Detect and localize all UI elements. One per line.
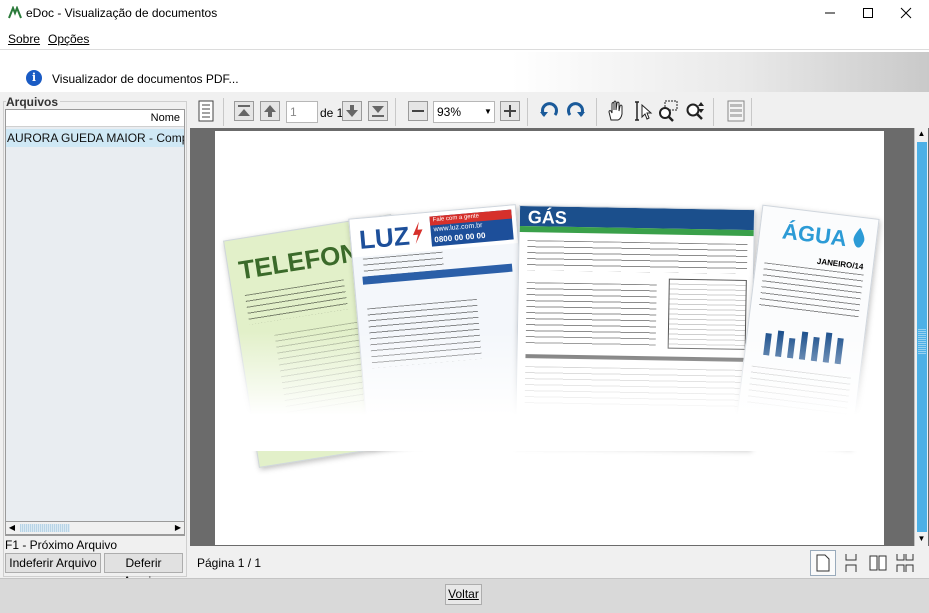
window-title: eDoc - Visualização de documentos: [26, 6, 218, 20]
bill-luz-title: LUZ: [357, 220, 411, 255]
viewer-vscrollbar[interactable]: ▲ ▼: [914, 128, 928, 546]
scroll-down-icon[interactable]: ▼: [915, 533, 928, 545]
file-list-hscrollbar[interactable]: ◀ ▶: [5, 521, 185, 535]
zoom-select[interactable]: 93% ▼: [433, 101, 495, 123]
zoom-in-icon[interactable]: [498, 99, 522, 123]
info-text: Visualizador de documentos PDF...: [52, 72, 239, 86]
toolbar-separator: [527, 98, 528, 126]
menu-sobre-label: Sobre: [8, 32, 41, 46]
document-page: TELEFONE LUZ Fale com a gente www.luz.co…: [215, 131, 884, 545]
scroll-left-icon[interactable]: ◀: [6, 522, 18, 534]
lightning-icon: [412, 221, 423, 244]
file-list[interactable]: Nome AURORA GUEDA MAIOR - Comprovant: [5, 109, 185, 536]
single-page-icon[interactable]: [810, 550, 836, 576]
menu-sobre[interactable]: Sobre: [8, 32, 40, 46]
info-icon: i: [26, 70, 42, 86]
viewer-status-bar: Página 1 / 1: [190, 548, 929, 578]
next-page-icon[interactable]: [340, 99, 364, 123]
bottom-bar: Voltar: [0, 578, 929, 613]
close-icon: [900, 7, 912, 19]
toolbar-separator: [223, 98, 224, 126]
bill-agua-text: [759, 262, 864, 319]
back-button-label: Voltar: [448, 587, 479, 601]
viewer-toolbar: 1 de 1 93% ▼: [190, 96, 929, 128]
toolbar-separator: [395, 98, 396, 126]
previous-page-icon[interactable]: [258, 99, 282, 123]
minimize-icon: [825, 12, 835, 14]
water-drop-icon: [853, 227, 865, 248]
info-strip: i Visualizador de documentos PDF...: [0, 52, 929, 92]
bill-agua-title: ÁGUA: [780, 218, 849, 252]
rotate-left-icon[interactable]: [537, 99, 561, 123]
scroll-up-icon[interactable]: ▲: [915, 128, 928, 140]
main-area: Arquivos Nome AURORA GUEDA MAIOR - Compr…: [0, 92, 929, 588]
zoom-value: 93%: [437, 105, 462, 119]
two-page-icon[interactable]: [865, 550, 891, 576]
next-file-hint: F1 - Próximo Arquivo: [5, 538, 118, 552]
menu-opcoes-label: Opções: [48, 32, 90, 46]
text-select-icon[interactable]: [630, 99, 654, 123]
menu-opcoes[interactable]: Opções: [48, 32, 89, 46]
continuous-icon[interactable]: [838, 550, 864, 576]
page-number-input[interactable]: 1: [286, 101, 318, 123]
marquee-zoom-icon[interactable]: [656, 99, 680, 123]
reflection-fade: [215, 331, 884, 451]
back-button[interactable]: Voltar: [445, 584, 482, 605]
zoom-out-icon[interactable]: [406, 99, 430, 123]
menu-bar: Sobre Opções: [0, 28, 929, 50]
title-bar: eDoc - Visualização de documentos: [0, 0, 929, 26]
scroll-thumb[interactable]: [20, 524, 70, 532]
page-status: Página 1 / 1: [197, 556, 262, 570]
file-list-item[interactable]: AURORA GUEDA MAIOR - Comprovant: [6, 129, 184, 147]
last-page-icon[interactable]: [366, 99, 390, 123]
chevron-down-icon[interactable]: ▼: [482, 102, 494, 122]
scroll-right-icon[interactable]: ▶: [172, 522, 184, 534]
toolbar-separator: [713, 98, 714, 126]
reject-file-label: Indeferir Arquivo: [9, 556, 97, 570]
dynamic-zoom-icon[interactable]: [684, 99, 708, 123]
files-group-label: Arquivos: [6, 95, 61, 109]
close-button[interactable]: [883, 0, 929, 26]
document-panel-icon[interactable]: [194, 99, 218, 123]
bill-gas-text: [526, 240, 748, 274]
accept-file-button[interactable]: Deferir Arquivo: [104, 553, 183, 588]
hand-tool-icon[interactable]: [604, 99, 628, 123]
bill-gas-title: GÁS: [527, 207, 568, 228]
first-page-icon[interactable]: [232, 99, 256, 123]
print-preview-icon[interactable]: [724, 99, 748, 123]
reject-file-button[interactable]: Indeferir Arquivo: [5, 553, 101, 573]
bill-telefone-text: [244, 279, 349, 325]
scroll-grip: [918, 328, 926, 354]
edoc-logo-icon: [8, 6, 22, 19]
toolbar-separator: [596, 98, 597, 126]
column-header-nome[interactable]: Nome: [6, 110, 184, 127]
toolbar-separator: [751, 98, 752, 126]
rotate-right-icon[interactable]: [564, 99, 588, 123]
document-viewer[interactable]: TELEFONE LUZ Fale com a gente www.luz.co…: [190, 128, 929, 546]
two-page-continuous-icon[interactable]: [892, 550, 918, 576]
maximize-icon: [863, 8, 873, 18]
